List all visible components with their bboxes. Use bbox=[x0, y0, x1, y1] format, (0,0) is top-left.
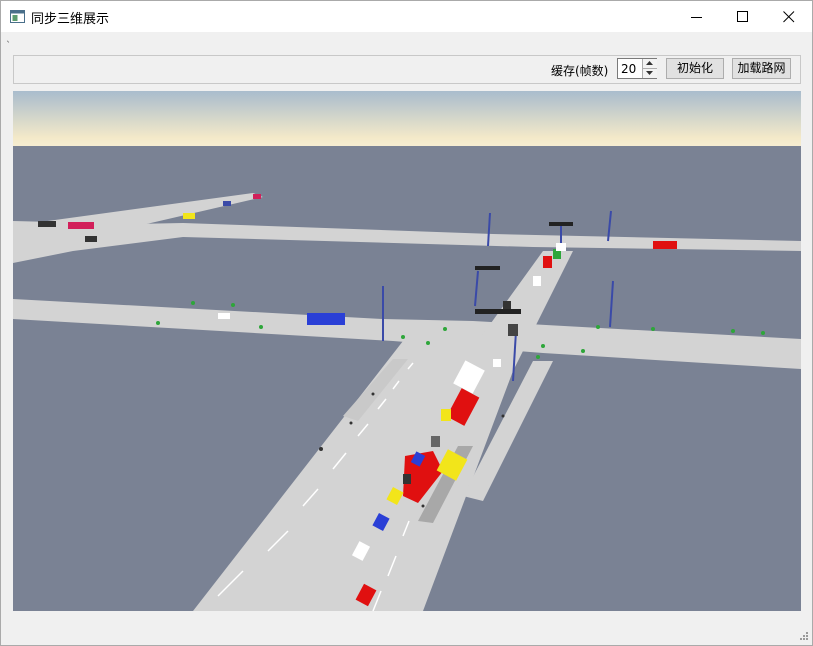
3d-traffic-scene bbox=[13, 91, 801, 611]
window-title: 同步三维展示 bbox=[31, 12, 110, 27]
signal-head-2 bbox=[475, 266, 500, 270]
close-icon bbox=[783, 11, 795, 23]
title-bar[interactable]: 同步三维展示 bbox=[1, 1, 812, 32]
chevron-down-icon bbox=[646, 71, 653, 75]
load-road-network-button[interactable]: 加载路网 bbox=[732, 58, 791, 79]
cache-frames-spinbox[interactable]: 20 bbox=[617, 58, 657, 79]
initialize-button[interactable]: 初始化 bbox=[666, 58, 724, 79]
3d-scene-viewport[interactable] bbox=[13, 91, 801, 611]
close-button[interactable] bbox=[766, 1, 812, 32]
resize-grip-icon[interactable] bbox=[799, 631, 809, 641]
minimize-icon bbox=[691, 17, 702, 18]
maximize-icon bbox=[737, 11, 748, 22]
minimize-button[interactable] bbox=[674, 1, 720, 32]
signal-head bbox=[475, 309, 521, 314]
chevron-up-icon bbox=[646, 61, 653, 65]
cache-frames-label: 缓存(帧数) bbox=[551, 64, 609, 78]
sky bbox=[13, 91, 801, 149]
window-app-icon bbox=[10, 10, 25, 23]
spin-up-button[interactable] bbox=[642, 59, 657, 69]
signal-head-3 bbox=[549, 222, 573, 226]
maximize-button[interactable] bbox=[720, 1, 766, 32]
spin-down-button[interactable] bbox=[642, 69, 657, 78]
app-window: 同步三维展示 ˎ 缓存(帧数) 20 初始化 加载路网 bbox=[0, 0, 813, 646]
menu-grip: ˎ bbox=[6, 32, 11, 43]
toolbar: 缓存(帧数) 20 初始化 加载路网 bbox=[13, 55, 801, 84]
cache-frames-value[interactable]: 20 bbox=[621, 62, 636, 76]
